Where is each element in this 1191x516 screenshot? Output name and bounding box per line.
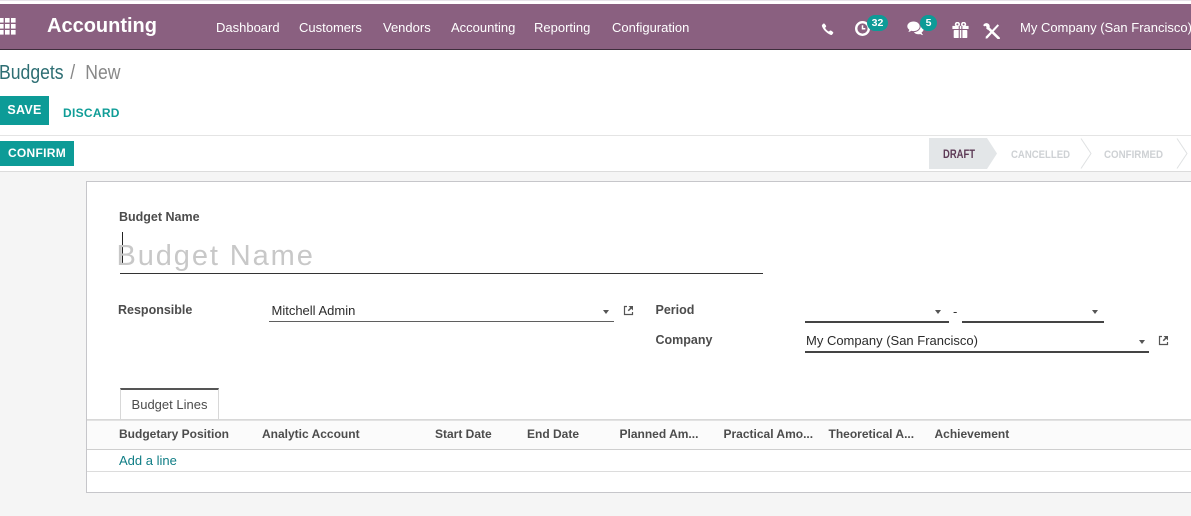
svg-text:CANCELLED: CANCELLED bbox=[1011, 149, 1070, 161]
svg-text:CONFIRMED: CONFIRMED bbox=[1104, 149, 1163, 161]
svg-text:DRAFT: DRAFT bbox=[943, 149, 975, 161]
